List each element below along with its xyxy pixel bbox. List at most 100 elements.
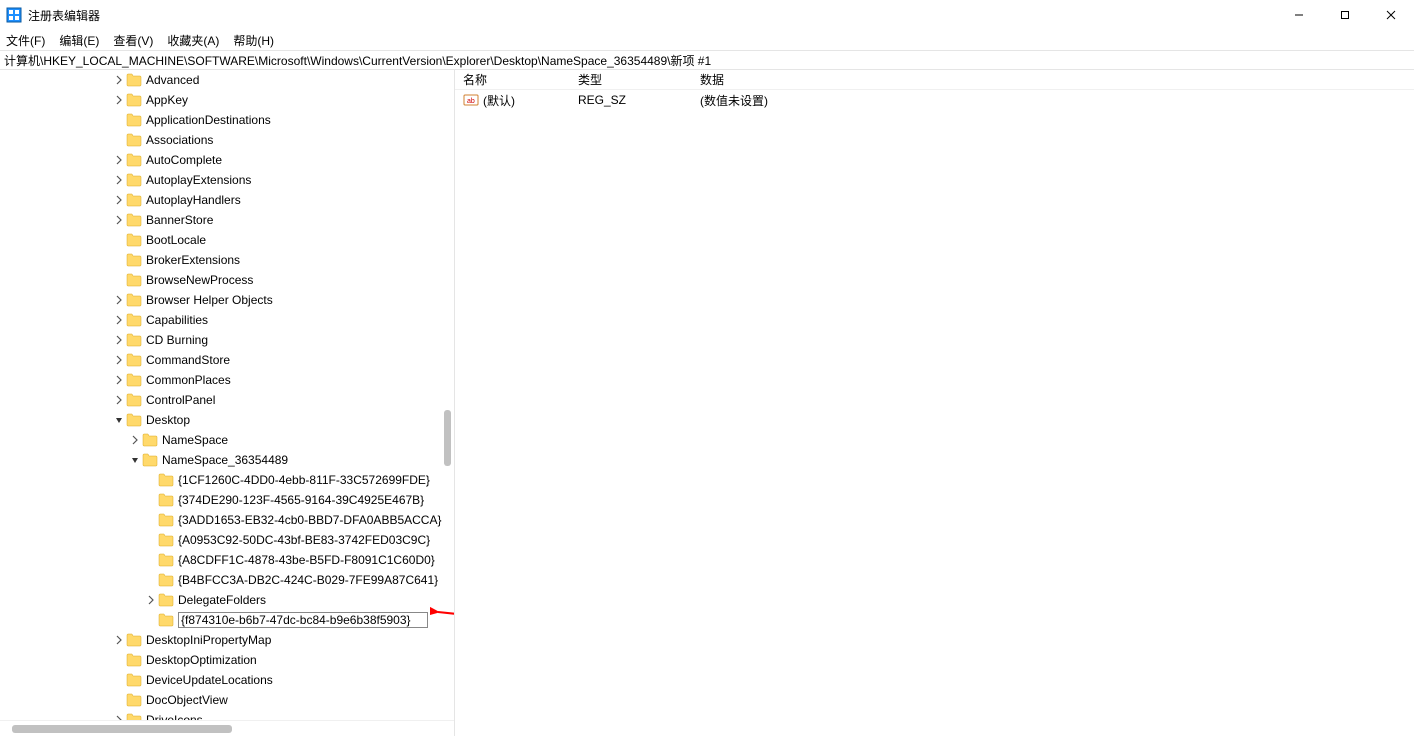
- tree-item-label: CD Burning: [146, 333, 208, 347]
- tree-item-label: Advanced: [146, 73, 199, 87]
- tree-item-label: AutoComplete: [146, 153, 222, 167]
- value-data: (数值未设置): [692, 92, 1414, 109]
- tree-item[interactable]: BrowseNewProcess: [0, 270, 454, 290]
- folder-icon: [126, 713, 142, 720]
- tree-item[interactable]: Advanced: [0, 70, 454, 90]
- address-bar[interactable]: 计算机\HKEY_LOCAL_MACHINE\SOFTWARE\Microsof…: [0, 50, 1414, 70]
- tree-item[interactable]: CommonPlaces: [0, 370, 454, 390]
- minimize-button[interactable]: [1276, 0, 1322, 30]
- tree-item-label: AutoplayHandlers: [146, 193, 241, 207]
- folder-icon: [126, 313, 142, 327]
- folder-icon: [158, 593, 174, 607]
- tree-item-label: DriveIcons: [146, 713, 203, 720]
- tree-item[interactable]: {B4BFCC3A-DB2C-424C-B029-7FE99A87C641}: [0, 570, 454, 590]
- tree-item[interactable]: DelegateFolders: [0, 590, 454, 610]
- tree-item[interactable]: {A0953C92-50DC-43bf-BE83-3742FED03C9C}: [0, 530, 454, 550]
- chevron-right-icon[interactable]: [112, 713, 126, 720]
- tree-item[interactable]: BannerStore: [0, 210, 454, 230]
- column-type[interactable]: 类型: [570, 71, 692, 88]
- tree-item-label: ControlPanel: [146, 393, 215, 407]
- chevron-right-icon[interactable]: [128, 433, 142, 447]
- folder-icon: [126, 193, 142, 207]
- chevron-down-icon[interactable]: [112, 413, 126, 427]
- chevron-right-icon[interactable]: [112, 353, 126, 367]
- tree-item[interactable]: {374DE290-123F-4565-9164-39C4925E467B}: [0, 490, 454, 510]
- tree-item[interactable]: NameSpace_36354489: [0, 450, 454, 470]
- menu-help[interactable]: 帮助(H): [233, 32, 274, 49]
- folder-icon: [126, 273, 142, 287]
- chevron-right-icon[interactable]: [112, 293, 126, 307]
- tree-item-label: Browser Helper Objects: [146, 293, 273, 307]
- folder-icon: [158, 613, 174, 627]
- chevron-right-icon[interactable]: [112, 153, 126, 167]
- tree-item[interactable]: DriveIcons: [0, 710, 454, 720]
- values-header[interactable]: 名称 类型 数据: [455, 70, 1414, 90]
- tree-item-label: ApplicationDestinations: [146, 113, 271, 127]
- tree-item[interactable]: CD Burning: [0, 330, 454, 350]
- chevron-right-icon[interactable]: [112, 633, 126, 647]
- chevron-right-icon[interactable]: [112, 93, 126, 107]
- tree-item-editing[interactable]: {f874310e-b6b7-47dc-bc84-b9e6b38f5903}: [0, 610, 454, 630]
- tree-item-label: Capabilities: [146, 313, 208, 327]
- tree-item-label: CommandStore: [146, 353, 230, 367]
- tree-item-label: NameSpace: [162, 433, 228, 447]
- tree-item[interactable]: Capabilities: [0, 310, 454, 330]
- menu-file[interactable]: 文件(F): [6, 32, 45, 49]
- chevron-right-icon[interactable]: [112, 333, 126, 347]
- folder-icon: [126, 213, 142, 227]
- tree-item[interactable]: {1CF1260C-4DD0-4ebb-811F-33C572699FDE}: [0, 470, 454, 490]
- chevron-right-icon[interactable]: [112, 213, 126, 227]
- vertical-scrollbar[interactable]: [442, 70, 454, 704]
- folder-icon: [126, 173, 142, 187]
- menu-view[interactable]: 查看(V): [113, 32, 153, 49]
- value-row[interactable]: ab (默认) REG_SZ (数值未设置): [455, 90, 1414, 110]
- menu-edit[interactable]: 编辑(E): [59, 32, 99, 49]
- tree-item[interactable]: ControlPanel: [0, 390, 454, 410]
- chevron-right-icon[interactable]: [112, 193, 126, 207]
- chevron-right-icon[interactable]: [112, 173, 126, 187]
- tree-item[interactable]: Desktop: [0, 410, 454, 430]
- folder-icon: [126, 653, 142, 667]
- column-data[interactable]: 数据: [692, 71, 1414, 88]
- tree-item[interactable]: DeviceUpdateLocations: [0, 670, 454, 690]
- chevron-right-icon[interactable]: [112, 373, 126, 387]
- close-button[interactable]: [1368, 0, 1414, 30]
- tree-item[interactable]: AppKey: [0, 90, 454, 110]
- folder-icon: [126, 633, 142, 647]
- tree-item[interactable]: Associations: [0, 130, 454, 150]
- horizontal-scrollbar[interactable]: [0, 720, 454, 736]
- tree-item[interactable]: BootLocale: [0, 230, 454, 250]
- menu-favorites[interactable]: 收藏夹(A): [167, 32, 219, 49]
- column-name[interactable]: 名称: [455, 71, 570, 88]
- tree-item-label: AutoplayExtensions: [146, 173, 251, 187]
- tree-item[interactable]: NameSpace: [0, 430, 454, 450]
- tree-item[interactable]: ApplicationDestinations: [0, 110, 454, 130]
- tree-item[interactable]: BrokerExtensions: [0, 250, 454, 270]
- chevron-right-icon[interactable]: [144, 593, 158, 607]
- chevron-right-icon[interactable]: [112, 73, 126, 87]
- tree-item[interactable]: DocObjectView: [0, 690, 454, 710]
- tree-item[interactable]: DesktopIniPropertyMap: [0, 630, 454, 650]
- chevron-right-icon[interactable]: [112, 313, 126, 327]
- tree-item[interactable]: AutoplayHandlers: [0, 190, 454, 210]
- tree-item[interactable]: AutoComplete: [0, 150, 454, 170]
- folder-icon: [142, 453, 158, 467]
- chevron-right-icon[interactable]: [112, 393, 126, 407]
- tree-item[interactable]: Browser Helper Objects: [0, 290, 454, 310]
- tree-item[interactable]: DesktopOptimization: [0, 650, 454, 670]
- value-type: REG_SZ: [570, 93, 692, 107]
- rename-input[interactable]: {f874310e-b6b7-47dc-bc84-b9e6b38f5903}: [178, 612, 428, 628]
- folder-icon: [126, 393, 142, 407]
- tree-item-label: BannerStore: [146, 213, 213, 227]
- tree-item[interactable]: AutoplayExtensions: [0, 170, 454, 190]
- tree-item[interactable]: CommandStore: [0, 350, 454, 370]
- tree-item[interactable]: {A8CDFF1C-4878-43be-B5FD-F8091C1C60D0}: [0, 550, 454, 570]
- tree-item-label: Desktop: [146, 413, 190, 427]
- tree-item-label: DeviceUpdateLocations: [146, 673, 273, 687]
- registry-tree[interactable]: Advanced AppKey ApplicationDestinations Ass…: [0, 70, 454, 720]
- maximize-button[interactable]: [1322, 0, 1368, 30]
- folder-icon: [126, 413, 142, 427]
- chevron-down-icon[interactable]: [128, 453, 142, 467]
- tree-item[interactable]: {3ADD1653-EB32-4cb0-BBD7-DFA0ABB5ACCA}: [0, 510, 454, 530]
- folder-icon: [126, 133, 142, 147]
